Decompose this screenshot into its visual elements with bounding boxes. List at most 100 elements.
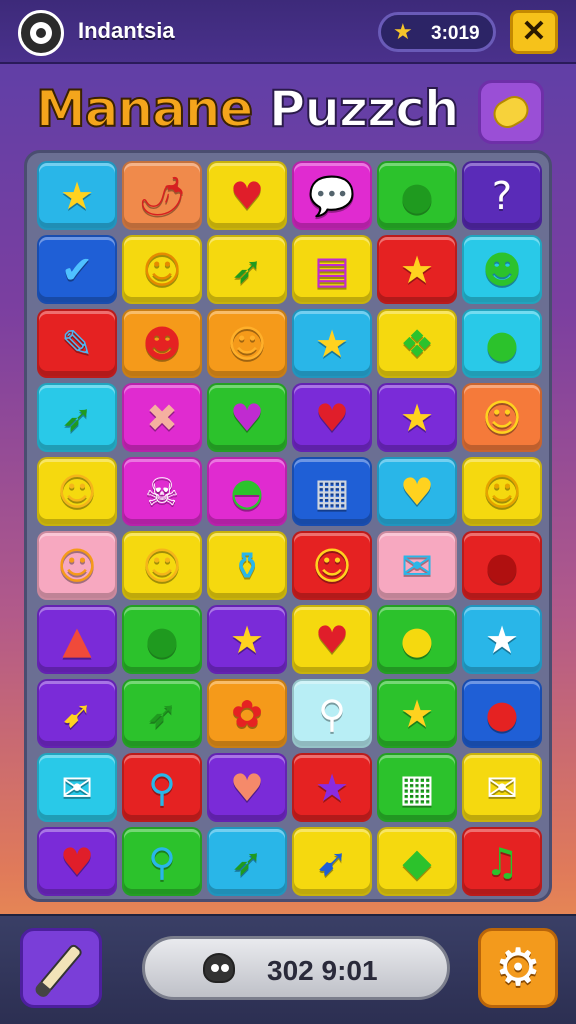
arrow-tree-icon: ➶ xyxy=(146,691,178,736)
tile[interactable]: ☻ xyxy=(462,235,542,304)
tile[interactable]: ♥ xyxy=(377,457,457,526)
star-icon: ★ xyxy=(484,617,520,662)
tile[interactable]: ● xyxy=(377,605,457,674)
star-icon: ★ xyxy=(399,247,435,292)
tile[interactable]: ★ xyxy=(292,753,372,822)
tile[interactable]: ● xyxy=(377,161,457,230)
tile[interactable]: ♫ xyxy=(462,827,542,896)
heart-icon: ♥ xyxy=(229,395,265,440)
tile[interactable]: ☺ xyxy=(37,531,117,600)
tile[interactable]: ➶ xyxy=(122,679,202,748)
tile[interactable]: ? xyxy=(462,161,542,230)
tile[interactable]: ♥ xyxy=(207,753,287,822)
star-icon: ★ xyxy=(314,321,350,366)
close-button[interactable]: ✕ xyxy=(510,10,558,54)
score-display: 302 9:01 xyxy=(142,936,450,1000)
tile[interactable]: ♥ xyxy=(37,827,117,896)
tile[interactable]: ▲ xyxy=(37,605,117,674)
tile[interactable]: ☻ xyxy=(122,309,202,378)
tile[interactable]: ◓ xyxy=(207,457,287,526)
bottom-bar: 302 9:01 ⚙ xyxy=(0,914,576,1024)
tile[interactable]: ★ xyxy=(37,161,117,230)
smiley-icon: ☺ xyxy=(482,395,522,440)
star-icon: ★ xyxy=(59,173,95,218)
candy-icon xyxy=(488,90,534,134)
tile[interactable]: ♥ xyxy=(207,161,287,230)
mail-icon: ✉ xyxy=(61,765,93,810)
score-value: 302 9:01 xyxy=(267,955,378,986)
heart-icon: ♥ xyxy=(229,173,265,218)
bonus-button[interactable] xyxy=(478,80,544,144)
tile[interactable]: ● xyxy=(122,605,202,674)
tile[interactable]: ♥ xyxy=(292,383,372,452)
tile[interactable]: ♥ xyxy=(292,605,372,674)
tomato-face-icon: ☻ xyxy=(142,321,182,366)
tile[interactable]: ★ xyxy=(292,309,372,378)
tile[interactable]: ✎ xyxy=(37,309,117,378)
tile[interactable]: ⚲ xyxy=(292,679,372,748)
tile[interactable]: ☺ xyxy=(207,309,287,378)
tile[interactable]: ✖ xyxy=(122,383,202,452)
tile[interactable]: ★ xyxy=(377,383,457,452)
tile[interactable]: ➹ xyxy=(292,827,372,896)
tile[interactable]: ★ xyxy=(377,679,457,748)
tile[interactable]: ✉ xyxy=(377,531,457,600)
settings-button[interactable]: ⚙ xyxy=(478,928,558,1008)
question-mark-icon: ? xyxy=(491,173,513,218)
tile-grid: ★ 🌶 ♥ 💬 ●? ✔ ☺ ➶ ▤ ★ ☻ ✎ ☻ ☺ ★ ❖ ● ➶ ✖ ♥ ♥ ★ ☺ ☺ ☠ ◓ ▦ ♥ ☺ ☺ ☺ ⚱ ☺ ✉ ● ▲ ● ★ ♥… xyxy=(37,161,543,896)
tile[interactable]: ☺ xyxy=(122,235,202,304)
game-title: Manane Puzzch xyxy=(35,79,460,139)
tile[interactable]: ❖ xyxy=(377,309,457,378)
tile[interactable]: ☺ xyxy=(292,531,372,600)
green-ball-icon: ● xyxy=(485,321,519,366)
tile[interactable]: 🌶 xyxy=(122,161,202,230)
brush-button[interactable] xyxy=(20,928,102,1008)
tile[interactable]: ✿ xyxy=(207,679,287,748)
slime-icon: ☻ xyxy=(482,247,522,292)
top-bar: Indantsia ★ 3:019 ✕ xyxy=(0,0,576,64)
tile[interactable]: ➹ xyxy=(37,679,117,748)
tile[interactable]: ✔ xyxy=(37,235,117,304)
music-note-icon: ♫ xyxy=(484,839,520,884)
tile[interactable]: ● xyxy=(462,679,542,748)
tile[interactable]: ⚲ xyxy=(122,753,202,822)
tile[interactable]: ☠ xyxy=(122,457,202,526)
tile[interactable]: 💬 xyxy=(292,161,372,230)
tile[interactable]: ● xyxy=(462,309,542,378)
magnifier-icon: ⚲ xyxy=(148,765,176,810)
tile[interactable]: ★ xyxy=(207,605,287,674)
tile[interactable]: ➶ xyxy=(207,235,287,304)
app-name: Indantsia xyxy=(78,18,175,43)
app-logo-icon[interactable] xyxy=(18,10,64,56)
coin-counter[interactable]: ★ 3:019 xyxy=(378,12,496,52)
tile[interactable]: ➶ xyxy=(37,383,117,452)
cursor-icon: ➹ xyxy=(316,839,348,884)
ghost-face-icon: ☺ xyxy=(57,469,97,514)
tile[interactable]: ● xyxy=(462,531,542,600)
tile[interactable]: ◆ xyxy=(377,827,457,896)
watermelon-icon: ◓ xyxy=(230,469,264,514)
smiley-icon: ☺ xyxy=(142,247,182,292)
tile[interactable]: ▦ xyxy=(292,457,372,526)
arrow-tree-icon: ➶ xyxy=(231,247,263,292)
tile[interactable]: ⚲ xyxy=(122,827,202,896)
tile[interactable]: ♥ xyxy=(207,383,287,452)
envelope-icon: ✉ xyxy=(401,543,433,588)
tile[interactable]: ➶ xyxy=(207,827,287,896)
tile[interactable]: ✉ xyxy=(37,753,117,822)
tile[interactable]: ☺ xyxy=(462,457,542,526)
tile[interactable]: ☺ xyxy=(462,383,542,452)
tile[interactable]: ★ xyxy=(462,605,542,674)
tile[interactable]: ▤ xyxy=(292,235,372,304)
tile[interactable]: ⚱ xyxy=(207,531,287,600)
tile[interactable]: ★ xyxy=(377,235,457,304)
leaf-icon: ● xyxy=(145,617,179,662)
tile[interactable]: ▦ xyxy=(377,753,457,822)
smiley-icon: ☺ xyxy=(57,543,97,588)
tile[interactable]: ☺ xyxy=(37,457,117,526)
apple-icon: ● xyxy=(485,691,519,736)
game-board: ★ 🌶 ♥ 💬 ●? ✔ ☺ ➶ ▤ ★ ☻ ✎ ☻ ☺ ★ ❖ ● ➶ ✖ ♥ ♥ ★ ☺ ☺ ☠ ◓ ▦ ♥ ☺ ☺ ☺ ⚱ ☺ ✉ ● ▲ ● ★ ♥… xyxy=(24,150,552,902)
thinking-face-icon: ☺ xyxy=(482,469,522,514)
tile[interactable]: ☺ xyxy=(122,531,202,600)
tile[interactable]: ✉ xyxy=(462,753,542,822)
